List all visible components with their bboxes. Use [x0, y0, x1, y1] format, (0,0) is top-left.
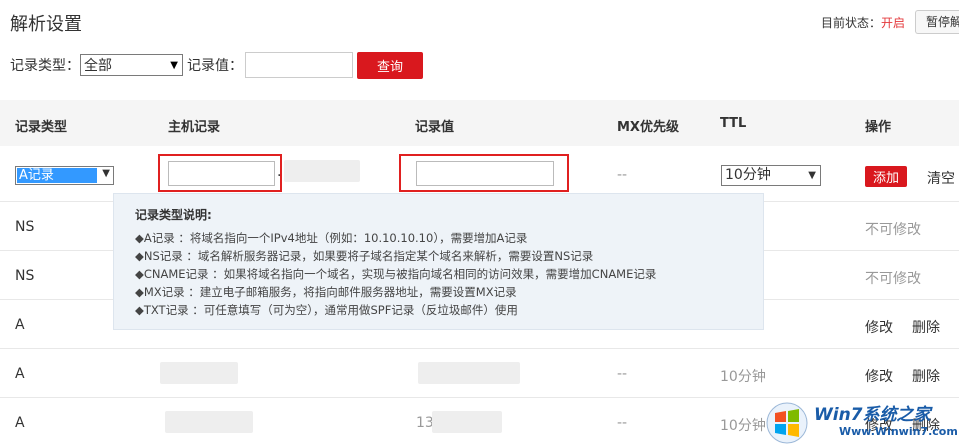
status-label: 目前状态：: [820, 15, 881, 30]
tooltip-line-cname: ◆CNAME记录 ：如果将域名指向一个域名，实现与被指向域名相同的访问效果，需要…: [135, 267, 657, 281]
header-ttl: TTL: [720, 116, 747, 131]
edit-link[interactable]: 修改: [865, 366, 893, 386]
blurred-host: [165, 411, 253, 433]
filter-type-select[interactable]: 全部 ▼: [80, 54, 183, 76]
header-mx: MX优先级: [617, 120, 679, 135]
status-value: 开启: [880, 15, 905, 30]
mx-value: --: [617, 415, 628, 431]
mx-value: --: [617, 366, 628, 382]
chevron-down-icon: ▼: [102, 168, 110, 179]
tooltip-line-txt: ◆TXT记录 ：可任意填写（可为空），通常用做SPF记录（反垃圾邮件）使用: [135, 303, 518, 317]
header-operation: 操作: [865, 120, 892, 135]
record-type-value: A记录: [17, 168, 97, 183]
blurred-host: [160, 362, 238, 384]
filter-bar: 记录类型： 全部 ▼ 记录值： 查询: [10, 51, 423, 79]
pause-resolve-button[interactable]: 暂停解析: [915, 10, 959, 34]
blurred-value: [418, 362, 520, 384]
row-type: A: [15, 366, 25, 382]
ttl-value: 10分钟: [720, 418, 766, 434]
row-type: A: [15, 415, 25, 431]
windows-logo-icon: [766, 402, 808, 444]
watermark-url: Www.Winwin7.com: [839, 425, 958, 438]
filter-value-label: 记录值：: [187, 58, 243, 74]
query-button[interactable]: 查询: [357, 51, 423, 79]
ttl-value: 10分钟: [725, 167, 771, 183]
chevron-down-icon: ▼: [808, 170, 816, 181]
tooltip-title: 记录类型说明:: [135, 208, 212, 222]
add-button[interactable]: 添加: [865, 166, 907, 187]
ttl-select[interactable]: 10分钟 ▼: [721, 165, 821, 186]
page-title: 解析设置: [10, 14, 82, 35]
edit-link[interactable]: 修改: [865, 317, 893, 337]
filter-value-input[interactable]: [245, 52, 353, 78]
header-type: 记录类型: [15, 120, 68, 135]
watermark-brand: Win7系统之家: [814, 405, 931, 425]
row-locked: 不可修改: [865, 271, 921, 287]
record-type-tooltip: 记录类型说明: ◆A记录 ：将域名指向一个IPv4地址（例如：10.10.10.…: [113, 193, 764, 330]
header-value: 记录值: [415, 120, 455, 135]
blurred-value: [432, 411, 502, 433]
host-record-input[interactable]: [168, 161, 275, 186]
filter-type-value: 全部: [84, 58, 112, 74]
row-type: NS: [15, 268, 35, 284]
header-host: 主机记录: [168, 120, 221, 135]
table-header: 记录类型 主机记录 记录值 MX优先级 TTL 操作: [0, 100, 959, 146]
tooltip-line-ns: ◆NS记录 ：域名解析服务器记录，如果要将子域名指定某个域名来解析，需要设置NS…: [135, 249, 594, 263]
record-type-select[interactable]: A记录 ▼: [15, 166, 114, 185]
delete-link[interactable]: 删除: [912, 366, 940, 386]
table-row: A -- 10分钟 修改 删除: [0, 349, 959, 398]
ttl-value: 10分钟: [720, 369, 766, 385]
clear-link[interactable]: 清空: [927, 168, 955, 188]
record-value-input[interactable]: [416, 161, 554, 186]
row-type: NS: [15, 219, 35, 235]
mx-value: --: [617, 167, 628, 183]
blurred-domain: [284, 160, 360, 182]
row-locked: 不可修改: [865, 222, 921, 238]
filter-type-label: 记录类型：: [10, 58, 80, 74]
tooltip-line-a: ◆A记录 ：将域名指向一个IPv4地址（例如：10.10.10.10），需要增加…: [135, 231, 528, 245]
tooltip-line-mx: ◆MX记录 ：建立电子邮箱服务，将指向邮件服务器地址，需要设置MX记录: [135, 285, 517, 299]
chevron-down-icon: ▼: [170, 59, 178, 71]
host-suffix: .: [277, 164, 282, 180]
status-area: 目前状态： 开启 暂停解析: [821, 10, 959, 34]
watermark: Win7系统之家 Www.Winwin7.com: [762, 398, 959, 446]
row-type: A: [15, 317, 25, 333]
delete-link[interactable]: 删除: [912, 317, 940, 337]
